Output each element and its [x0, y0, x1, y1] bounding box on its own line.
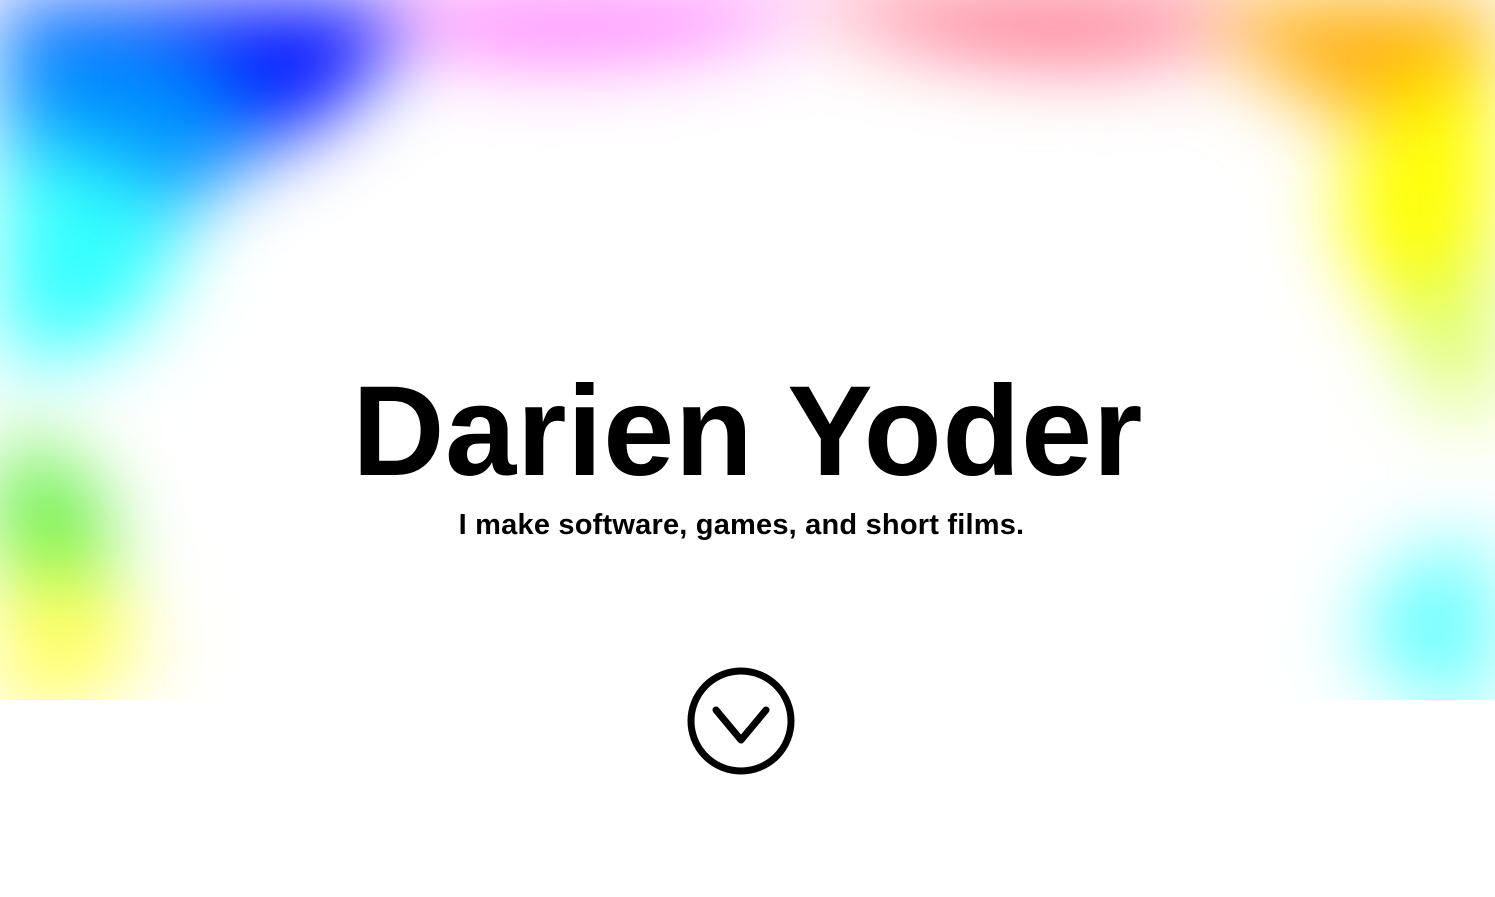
scroll-down-button[interactable] — [686, 666, 796, 776]
page-title: Darien Yoder — [352, 360, 1143, 503]
tagline: I make software, games, and short films. — [458, 509, 1025, 541]
hero-content: Darien Yoder I make software, games, and… — [0, 0, 1495, 897]
hero-section: Darien Yoder I make software, games, and… — [0, 0, 1495, 897]
chevron-down-circle-icon — [687, 667, 795, 775]
